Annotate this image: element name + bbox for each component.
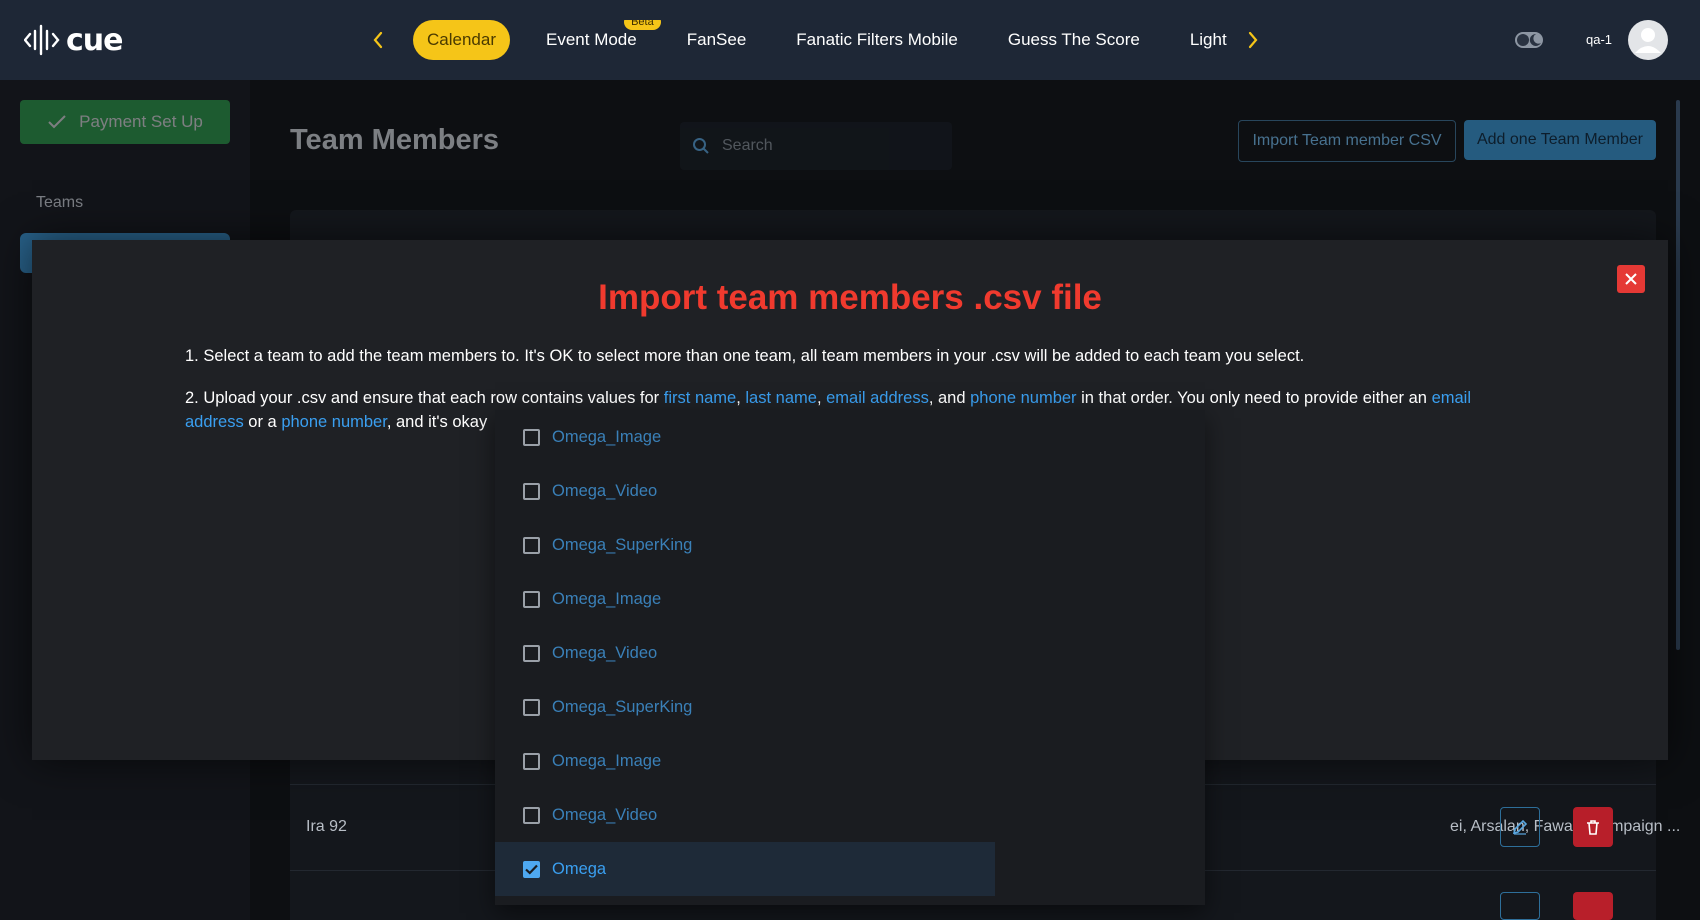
nav-tab-label: Guess The Score xyxy=(1007,30,1140,49)
step2-text: 2. Upload your .csv and ensure that each… xyxy=(185,389,664,407)
step2-text: , and xyxy=(928,389,971,407)
team-option-label: Omega_Video xyxy=(552,481,658,500)
checkbox[interactable] xyxy=(523,482,540,500)
team-option[interactable]: Omega_Image xyxy=(495,572,995,626)
add-team-member-button[interactable]: Add one Team Member xyxy=(1464,120,1656,160)
team-option[interactable]: Omega_Video xyxy=(495,788,995,842)
team-option-label: Omega_Image xyxy=(552,589,662,608)
team-option[interactable]: Omega_Video xyxy=(495,626,995,680)
cue-logo-mark-icon xyxy=(24,24,60,56)
team-select-dropdown[interactable]: Omega_Image Omega_Video Omega_SuperKing … xyxy=(495,410,1205,905)
nav-tab-light[interactable]: Light xyxy=(1176,20,1228,60)
nav-tab-label: Event Mode xyxy=(546,30,637,49)
nav-tab-fansee[interactable]: FanSee xyxy=(673,20,761,60)
step2-text: , and it's okay xyxy=(386,413,488,431)
nav-tab-label: Fanatic Filters Mobile xyxy=(796,30,958,49)
team-option-label: Omega_Image xyxy=(552,427,662,446)
step2-text: in that order. You only need to provide … xyxy=(1076,389,1432,407)
delete-member-button[interactable] xyxy=(1573,807,1613,847)
team-option-label: Omega_Image xyxy=(552,751,662,770)
nav-tab-calendar[interactable]: Calendar xyxy=(413,20,510,60)
checkbox[interactable] xyxy=(523,536,540,554)
checkbox[interactable] xyxy=(523,644,540,662)
nav-tab-fanatic-filters-mobile[interactable]: Fanatic Filters Mobile xyxy=(782,20,972,60)
modal-title: Import team members .csv file xyxy=(598,278,1102,317)
edit-member-button[interactable] xyxy=(1500,807,1540,847)
payment-setup-label: Payment Set Up xyxy=(79,112,203,131)
step2-text: or a xyxy=(243,413,282,431)
search-icon xyxy=(693,138,709,154)
team-option[interactable]: Omega_Video xyxy=(495,464,995,518)
checkbox-checked[interactable] xyxy=(523,860,540,878)
member-name: Ira 92 xyxy=(306,818,347,835)
top-navbar: cue Calendar Event Mode Beta FanSee Fanat… xyxy=(0,0,1700,80)
delete-member-button[interactable] xyxy=(1573,892,1613,920)
nav-tabs: Calendar Event Mode Beta FanSee Fanatic F… xyxy=(413,20,1228,60)
step2-text: , xyxy=(736,389,746,407)
checkbox[interactable] xyxy=(523,428,540,446)
beta-badge: Beta xyxy=(624,20,661,30)
team-option[interactable]: Omega xyxy=(495,842,995,896)
avatar[interactable] xyxy=(1628,20,1668,60)
team-option[interactable]: Omega_SuperKing xyxy=(495,680,995,734)
search-input[interactable] xyxy=(722,137,922,155)
username: qa-1 xyxy=(1586,32,1613,47)
trash-icon xyxy=(1587,820,1599,835)
checkbox[interactable] xyxy=(523,806,540,824)
cue-logo[interactable]: cue xyxy=(24,22,123,58)
member-teams: ei, Arsalan, Fawaz, Campaign ... xyxy=(1450,818,1681,835)
modal-step-1: 1. Select a team to add the team members… xyxy=(185,347,1305,365)
nav-tab-label: FanSee xyxy=(686,30,747,49)
page-title: Team Members xyxy=(290,124,499,156)
user-avatar-icon xyxy=(1635,28,1661,53)
search-box[interactable] xyxy=(680,122,952,170)
last-name-highlight: last name xyxy=(745,389,817,407)
team-option[interactable]: Omega_Image xyxy=(495,410,995,464)
team-option[interactable]: Omega_Image xyxy=(495,734,995,788)
nav-prev-chevron-icon[interactable] xyxy=(370,28,386,52)
nav-tab-label: Calendar xyxy=(427,30,496,49)
step2-text: , xyxy=(816,389,827,407)
team-option-label: Omega xyxy=(552,859,607,878)
first-name-highlight: first name xyxy=(663,389,737,407)
checkbox[interactable] xyxy=(523,698,540,716)
nav-tab-label: Light xyxy=(1189,30,1227,49)
checkbox[interactable] xyxy=(523,752,540,770)
team-option-label: Omega_SuperKing xyxy=(552,697,693,716)
team-option-label: Omega_Video xyxy=(552,805,658,824)
email-address-highlight: email address xyxy=(826,389,929,407)
check-icon xyxy=(48,115,66,129)
checkbox[interactable] xyxy=(523,590,540,608)
nav-tab-guess-the-score[interactable]: Guess The Score xyxy=(994,20,1154,60)
team-option[interactable]: Omega_SuperKing xyxy=(495,518,995,572)
edit-member-button[interactable] xyxy=(1500,892,1540,920)
team-option-label: Omega_Video xyxy=(552,643,658,662)
page-scrollbar[interactable] xyxy=(1676,100,1680,650)
theme-toggle-icon[interactable] xyxy=(1514,30,1544,50)
logo-text: cue xyxy=(66,22,123,58)
payment-setup-button[interactable]: Payment Set Up xyxy=(20,100,230,144)
checkmark-icon xyxy=(525,864,538,875)
nav-tab-event-mode[interactable]: Event Mode Beta xyxy=(532,20,661,60)
nav-next-chevron-icon[interactable] xyxy=(1245,28,1261,52)
team-option-label: Omega_SuperKing xyxy=(552,535,693,554)
sidebar-item-teams[interactable]: Teams xyxy=(36,194,83,212)
import-csv-button[interactable]: Import Team member CSV xyxy=(1238,120,1456,162)
pencil-icon xyxy=(1512,819,1528,835)
phone-number-highlight: phone number xyxy=(281,413,387,431)
phone-number-highlight: phone number xyxy=(970,389,1077,407)
